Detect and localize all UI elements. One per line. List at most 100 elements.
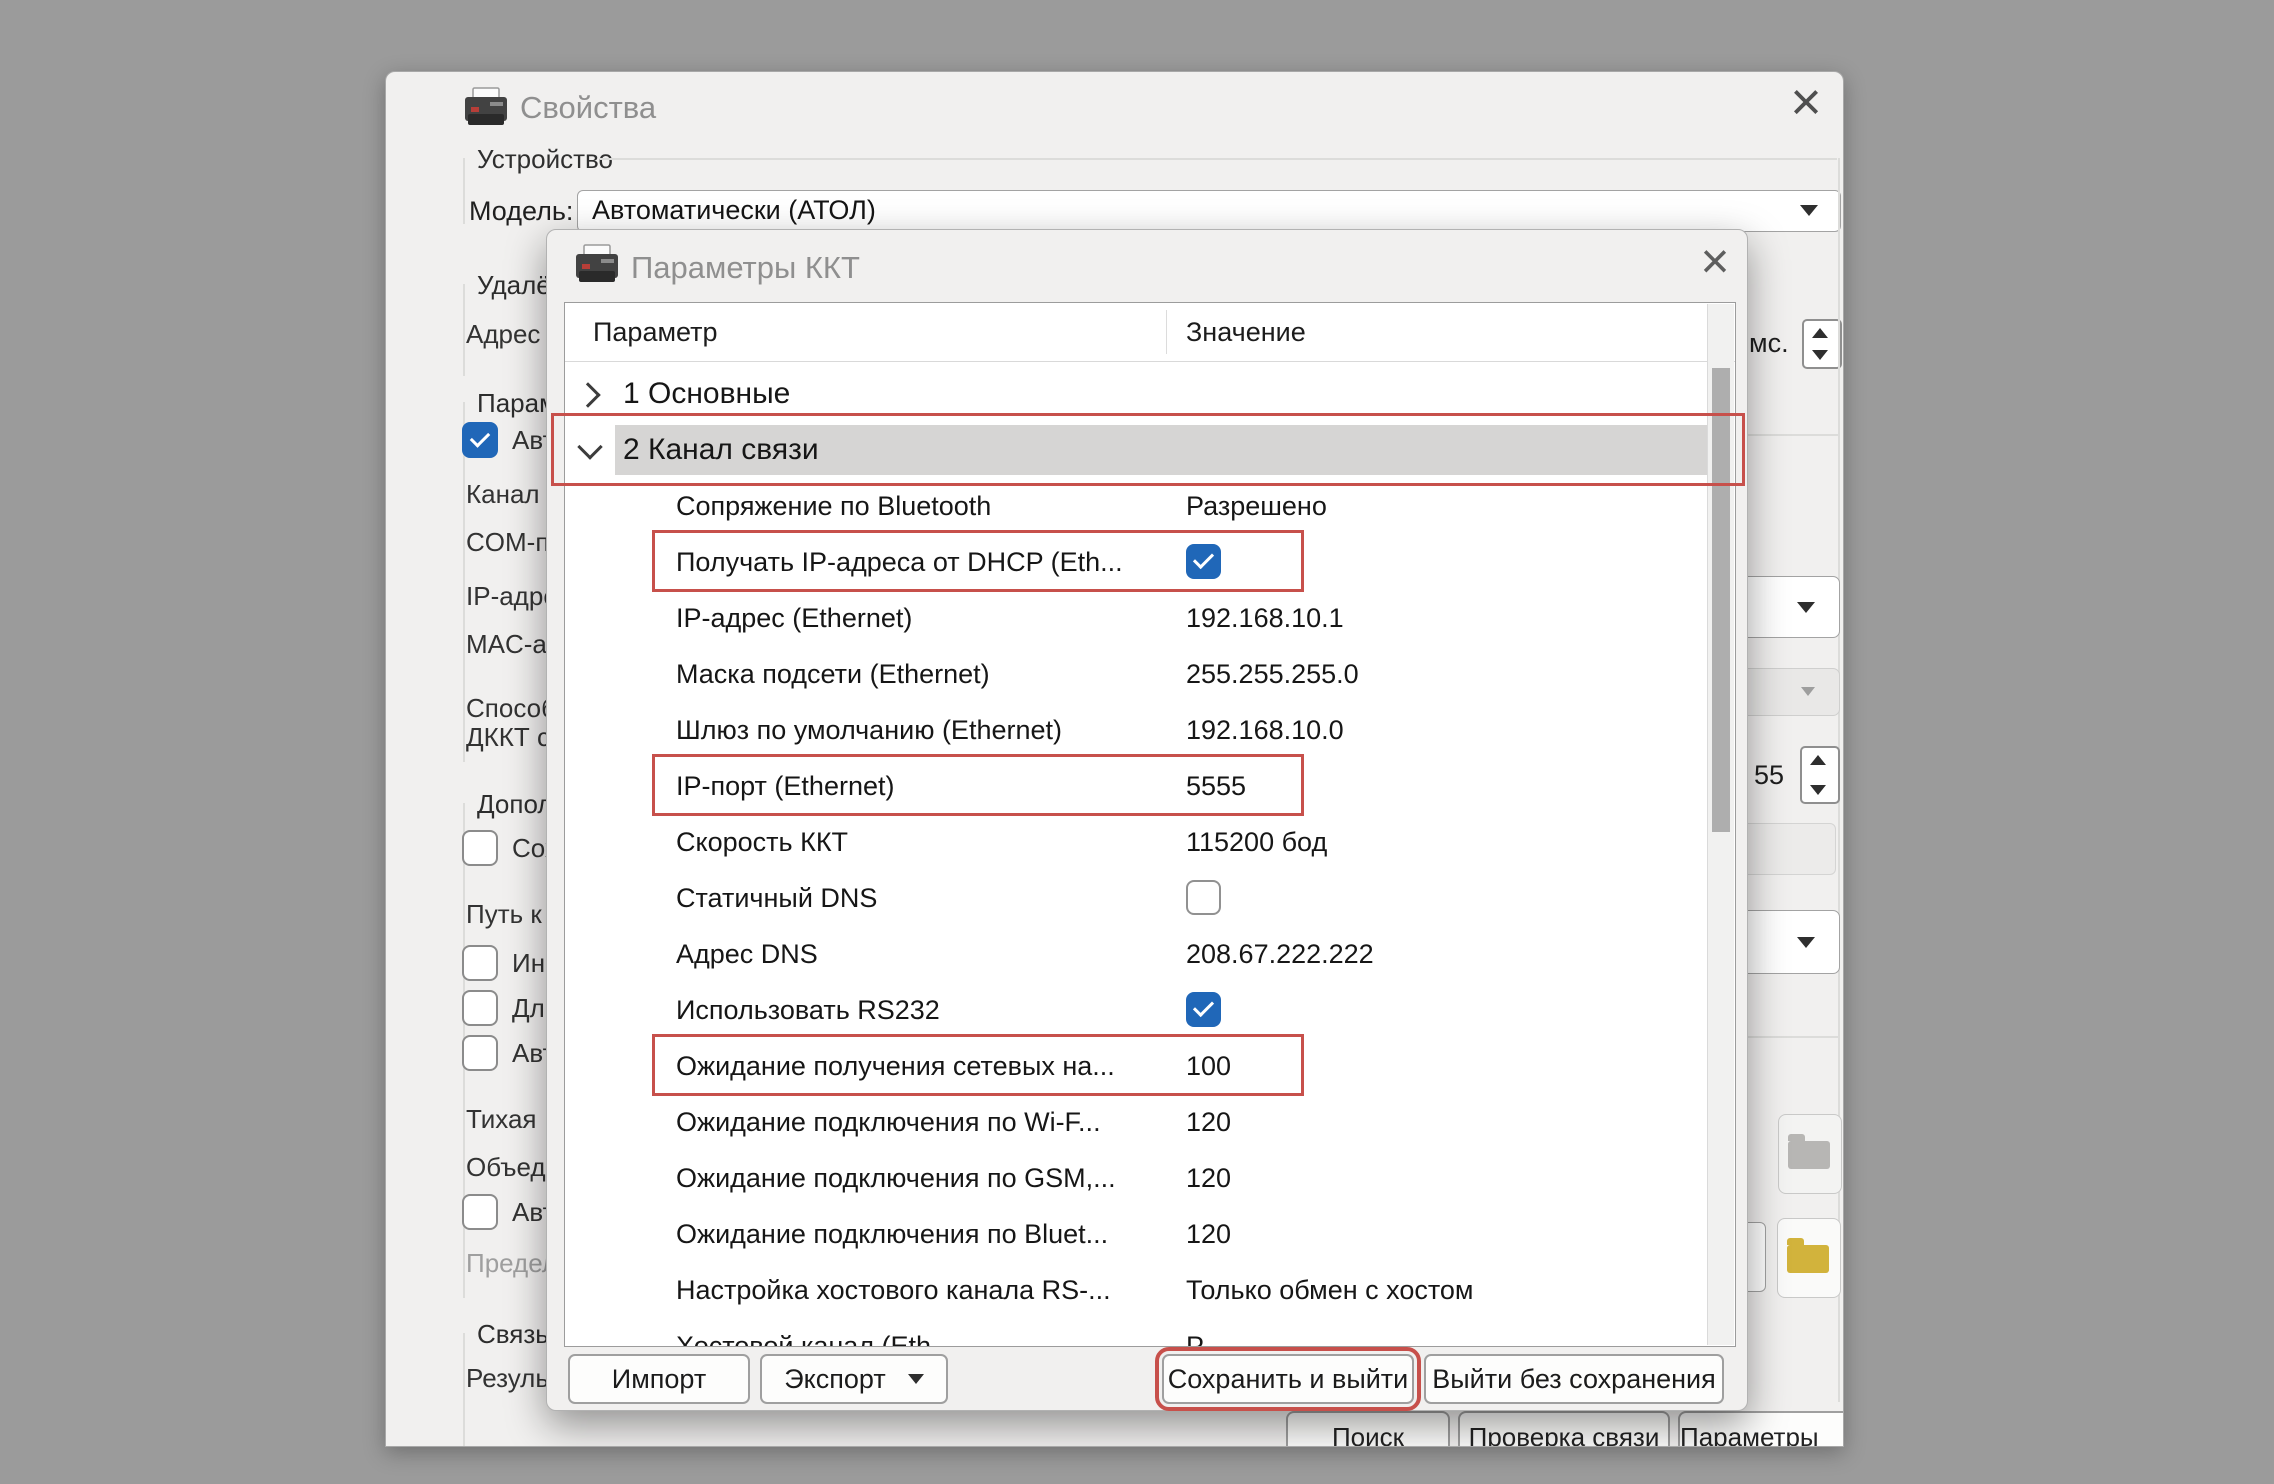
label-text: IP-адре (466, 581, 558, 611)
background-field-label: Предел (466, 1248, 557, 1278)
table-row[interactable]: Получать IP-адреса от DHCP (Eth... (566, 534, 1709, 590)
param-value: 120 (1186, 1150, 1231, 1206)
value-checkbox[interactable] (1186, 992, 1221, 1027)
background-field-label: Тихая (466, 1104, 537, 1134)
param-value: 120 (1186, 1206, 1231, 1262)
background-field-label: Парам (477, 388, 557, 418)
chevron-icon[interactable] (575, 382, 600, 407)
table-row[interactable]: IP-адрес (Ethernet) 192.168.10.1 (566, 590, 1709, 646)
printer-icon (463, 87, 509, 129)
background-field-label: Авт (462, 1194, 555, 1230)
label-text: Резуль (466, 1363, 549, 1393)
properties-window: Свойства × Устройство Модель: Автоматиче… (385, 71, 1844, 1447)
background-field-label: Канал (466, 479, 540, 509)
timeout-spinner[interactable] (1802, 319, 1842, 369)
background-field-label: Способ (466, 693, 556, 723)
background-field-label: IP-адре (466, 581, 558, 611)
table-row[interactable]: Адрес DNS 208.67.222.222 (566, 926, 1709, 982)
export-button[interactable]: Экспорт (760, 1354, 948, 1404)
scrollbar-thumb[interactable] (1712, 368, 1730, 832)
table-row[interactable]: Скорость ККТ 115200 бод (566, 814, 1709, 870)
chevron-icon[interactable] (577, 434, 602, 459)
param-value: 192.168.10.1 (1186, 590, 1344, 646)
table-row[interactable]: Шлюз по умолчанию (Ethernet) 192.168.10.… (566, 702, 1709, 758)
label-text: ДККТ с (466, 722, 550, 752)
label-text: Адрес (466, 319, 540, 349)
ms-unit-label: мс. (1749, 328, 1789, 359)
button-label: Поиск (1332, 1422, 1404, 1447)
device-group-label: Устройство (477, 144, 613, 175)
browse-button[interactable] (1777, 1218, 1841, 1298)
background-field-label: Инв (462, 945, 559, 981)
chevron-down-icon (1797, 937, 1815, 948)
parameters-table: Параметр Значение 1 Основные 2 Канал св (564, 302, 1736, 1347)
param-value: 192.168.10.0 (1186, 702, 1344, 758)
table-row[interactable]: 1 Основные (566, 366, 1709, 422)
table-row[interactable]: Ожидание подключения по Bluet... 120 (566, 1206, 1709, 1262)
window-button[interactable]: Поиск (1286, 1411, 1450, 1447)
background-field-label: Путь к (466, 899, 542, 929)
checkbox[interactable] (462, 1035, 498, 1071)
value-checkbox[interactable] (1186, 880, 1221, 915)
chevron-down-icon (1800, 205, 1818, 216)
table-header: Параметр Значение (565, 303, 1735, 362)
column-header-value: Значение (1186, 303, 1306, 361)
import-button[interactable]: Импорт (568, 1354, 750, 1404)
label-text: Удалё (477, 270, 551, 300)
param-name: Маска подсети (Ethernet) (676, 646, 990, 702)
table-row[interactable]: Использовать RS232 (566, 982, 1709, 1038)
param-value: 5555 (1186, 758, 1246, 814)
checkbox[interactable] (462, 945, 498, 981)
button-label: Экспорт (784, 1364, 885, 1395)
groupbox-border (463, 284, 465, 376)
table-row[interactable]: Настройка хостового канала RS-... Только… (566, 1262, 1709, 1318)
checkbox[interactable] (462, 990, 498, 1026)
column-divider (1166, 310, 1167, 354)
label-text: Парам (477, 388, 557, 418)
window-button[interactable]: Проверка связи (1458, 1411, 1670, 1447)
param-name: Получать IP-адреса от DHCP (Eth... (676, 534, 1123, 590)
save-and-exit-button[interactable]: Сохранить и выйти (1162, 1354, 1414, 1404)
button-label: Выйти без сохранения (1432, 1364, 1716, 1395)
vertical-scrollbar[interactable] (1707, 304, 1734, 1345)
button-label: Параметры ККТ (1680, 1422, 1844, 1447)
param-name: IP-порт (Ethernet) (676, 758, 894, 814)
table-row[interactable]: Ожидание подключения по GSM,... 120 (566, 1150, 1709, 1206)
label-text: Тихая (466, 1104, 537, 1134)
table-row[interactable]: Маска подсети (Ethernet) 255.255.255.0 (566, 646, 1709, 702)
exit-without-saving-button[interactable]: Выйти без сохранения (1424, 1354, 1724, 1404)
value-checkbox[interactable] (1186, 544, 1221, 579)
param-name: Шлюз по умолчанию (Ethernet) (676, 702, 1062, 758)
param-name: Статичный DNS (676, 870, 877, 926)
table-row[interactable]: 2 Канал связи (566, 422, 1709, 478)
background-field-label: Допол (477, 789, 553, 819)
checkbox[interactable] (462, 830, 498, 866)
table-rows: 1 Основные 2 Канал связи Сопряжение по B… (566, 362, 1709, 1347)
table-row[interactable]: Ожидание получения сетевых на... 100 (566, 1038, 1709, 1094)
port-spinner[interactable] (1800, 746, 1840, 804)
param-name: Скорость ККТ (676, 814, 848, 870)
param-value: Р... (1186, 1318, 1221, 1347)
checkbox[interactable] (462, 1194, 498, 1230)
window-button[interactable]: Параметры ККТ (1678, 1411, 1844, 1447)
model-select[interactable]: Автоматически (АТОЛ) (577, 190, 1841, 232)
chevron-down-icon (1797, 602, 1815, 613)
table-row[interactable]: Ожидание подключения по Wi-F... 120 (566, 1094, 1709, 1150)
close-icon[interactable]: × (1687, 232, 1743, 288)
groupbox-border (463, 1333, 465, 1446)
close-icon[interactable]: × (1778, 74, 1834, 130)
background-field-label: Сох (462, 830, 558, 866)
table-row[interactable]: Хостовой канал (Eth... Р... (566, 1318, 1709, 1347)
background-field-label: COM-п (466, 527, 549, 557)
checkbox[interactable] (462, 422, 498, 458)
background-field-label: Резуль (466, 1363, 549, 1393)
param-value: 115200 бод (1186, 814, 1327, 870)
table-row[interactable]: IP-порт (Ethernet) 5555 (566, 758, 1709, 814)
button-label: Импорт (612, 1364, 706, 1395)
table-row[interactable]: Статичный DNS (566, 870, 1709, 926)
printer-icon (574, 244, 620, 286)
table-row[interactable]: Сопряжение по Bluetooth Разрешено (566, 478, 1709, 534)
param-name: 1 Основные (623, 366, 790, 422)
browse-button-disabled (1778, 1114, 1842, 1194)
label-text: Дл (512, 993, 545, 1023)
